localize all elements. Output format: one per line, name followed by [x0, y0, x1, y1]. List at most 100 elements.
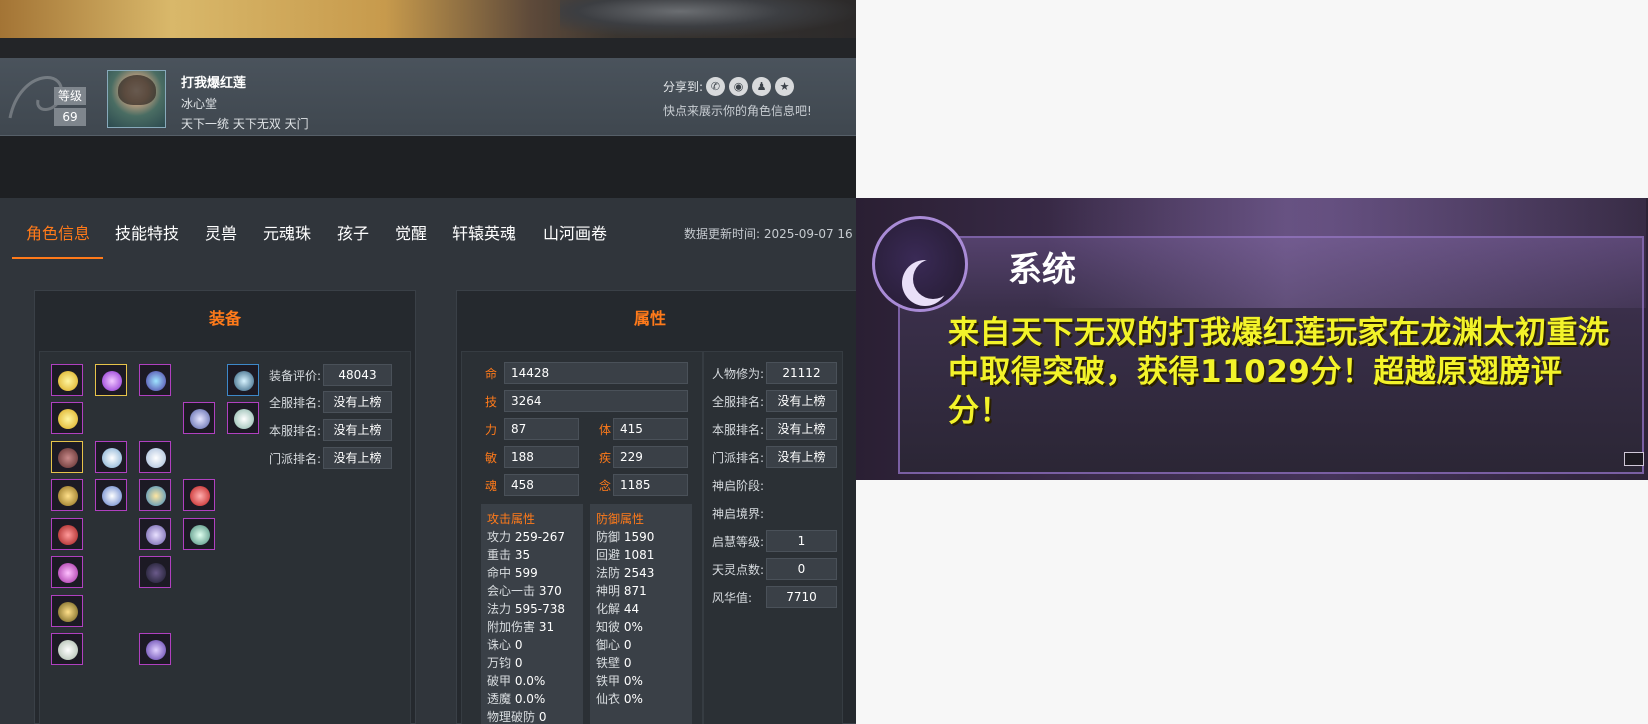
tianling-label: 天灵点数:: [712, 563, 765, 577]
attr-all-rank-label: 全服排名:: [712, 395, 765, 409]
system-message-panel: 系统 来自天下无双的打我爆红莲玩家在龙渊太初重洗中取得突破，获得11029分！超…: [856, 198, 1648, 480]
defense-row: 防御 1590: [596, 530, 655, 544]
equip-slot[interactable]: [139, 479, 171, 511]
equip-slot[interactable]: [51, 402, 83, 434]
equip-slot[interactable]: [183, 518, 215, 550]
equip-slot[interactable]: [139, 633, 171, 665]
qihui-value: 1: [766, 530, 837, 552]
content-area: 角色信息 技能特技 灵兽 元魂珠 孩子 觉醒 轩辕英魂 山河画卷 数据更新时间:…: [0, 198, 856, 724]
cultivation-label: 人物修为:: [712, 367, 765, 381]
equip-server-rank-label: 本服排名:: [269, 424, 322, 438]
attack-row: 法力 595-738: [487, 602, 565, 616]
tab-spirit-beast[interactable]: 灵兽: [205, 220, 237, 244]
attack-row: 会心一击 370: [487, 584, 562, 598]
equip-slot[interactable]: [139, 518, 171, 550]
equip-slot[interactable]: [51, 479, 83, 511]
equip-slot[interactable]: [51, 441, 83, 473]
equip-score-value: 48043: [323, 364, 392, 386]
tab-skills[interactable]: 技能特技: [115, 220, 179, 244]
equipment-title: 装备: [208, 309, 241, 328]
attr-server-rank-value: 没有上榜: [766, 418, 837, 440]
attack-row: 附加伤害 31: [487, 620, 555, 634]
equip-school-rank-label: 门派排名:: [269, 452, 322, 466]
level-label: 等级: [54, 87, 86, 105]
equip-slot[interactable]: [227, 364, 259, 396]
attr-all-rank-value: 没有上榜: [766, 390, 837, 412]
crescent-icon: [913, 259, 953, 299]
equip-slot[interactable]: [95, 441, 127, 473]
tab-awakening[interactable]: 觉醒: [395, 220, 427, 244]
tab-children[interactable]: 孩子: [337, 220, 369, 244]
equip-slot[interactable]: [139, 556, 171, 588]
qq-icon[interactable]: ♟: [752, 77, 771, 96]
shenqi-stage-label: 神启阶段:: [712, 479, 765, 493]
tianling-value: 0: [766, 558, 837, 580]
attr-nian-value: 1185: [613, 474, 688, 496]
equip-slot[interactable]: [51, 595, 83, 627]
attack-row: 诛心 0: [487, 638, 523, 652]
header-strip: [0, 38, 856, 58]
defense-attributes: 防御属性 防御 1590 回避 1081 法防 2543 神明 871 化解 4…: [590, 504, 692, 724]
system-message-text: 来自天下无双的打我爆红莲玩家在龙渊太初重洗中取得突破，获得11029分！超越原翅…: [948, 315, 1610, 429]
avatar-hair: [118, 75, 156, 105]
defense-row: 知彼 0%: [596, 620, 643, 634]
update-time: 数据更新时间: 2025-09-07 16: [684, 227, 853, 241]
defense-row: 法防 2543: [596, 566, 655, 580]
equip-slot[interactable]: [183, 479, 215, 511]
cultivation-value: 21112: [766, 362, 837, 384]
tab-scroll[interactable]: 山河画卷: [543, 220, 607, 244]
attr-server-rank-label: 本服排名:: [712, 423, 765, 437]
share-tip: 快点来展示你的角色信息吧!: [663, 104, 812, 118]
equipment-panel: 装备 装备评价: 48043 全服排名: 没有上榜 本服排名: 没有上榜 门派排…: [34, 290, 416, 724]
attribute-inner-right: 人物修为: 21112 全服排名: 没有上榜 本服排名: 没有上榜 门派排名: …: [703, 351, 843, 724]
attr-jie-label: 疾: [599, 451, 612, 465]
profile-bar: 等级 69 打我爆红莲 冰心堂 天下一统 天下无双 天门 分享到: ✆ ◉ ♟ …: [0, 58, 856, 136]
attack-row: 物理破防 0: [487, 710, 547, 724]
tab-xuanyuan-soul[interactable]: 轩辕英魂: [452, 220, 516, 244]
character-guild: 冰心堂: [181, 97, 218, 111]
attack-title: 攻击属性: [487, 512, 536, 526]
equip-slot[interactable]: [95, 364, 127, 396]
equip-slot[interactable]: [139, 364, 171, 396]
attr-hun-label: 魂: [485, 479, 498, 493]
tab-soul-orb[interactable]: 元魂珠: [263, 220, 311, 244]
fenghua-label: 风华值:: [712, 591, 753, 605]
attr-ming-value: 14428: [504, 362, 688, 384]
attr-li-label: 力: [485, 423, 498, 437]
equip-slot[interactable]: [51, 556, 83, 588]
share-label: 分享到:: [663, 80, 704, 94]
equip-slot[interactable]: [139, 441, 171, 473]
attr-ming-label: 命: [485, 367, 498, 381]
qzone-icon[interactable]: ★: [775, 77, 794, 96]
header-banner-art: [0, 0, 856, 38]
attr-min-value: 188: [504, 446, 579, 468]
weibo-icon[interactable]: ◉: [729, 77, 748, 96]
attr-jie-value: 229: [613, 446, 688, 468]
equip-all-rank-value: 没有上榜: [323, 391, 392, 413]
equip-slot[interactable]: [183, 402, 215, 434]
attr-min-label: 敏: [485, 451, 498, 465]
equip-school-rank-value: 没有上榜: [323, 447, 392, 469]
attr-school-rank-label: 门派排名:: [712, 451, 765, 465]
wechat-icon[interactable]: ✆: [706, 77, 725, 96]
system-title: 系统: [1008, 250, 1076, 290]
level-value: 69: [54, 108, 86, 126]
equip-slot[interactable]: [227, 402, 259, 434]
equip-slot[interactable]: [51, 633, 83, 665]
active-tab-underline: [12, 257, 103, 259]
equip-slot[interactable]: [95, 479, 127, 511]
equip-slot[interactable]: [51, 518, 83, 550]
spacer-bar: [0, 136, 856, 198]
tab-character-info[interactable]: 角色信息: [26, 220, 90, 244]
equip-server-rank-value: 没有上榜: [323, 419, 392, 441]
defense-row: 铁甲 0%: [596, 674, 643, 688]
resize-corner-icon[interactable]: [1624, 452, 1644, 466]
attribute-panel: 属性 命 14428 技 3264 力 87 体 415 敏 188 疾 229…: [456, 290, 856, 724]
moon-emblem-icon: [872, 216, 968, 312]
shenqi-realm-label: 神启境界:: [712, 507, 765, 521]
character-page: 等级 69 打我爆红莲 冰心堂 天下一统 天下无双 天门 分享到: ✆ ◉ ♟ …: [0, 0, 856, 724]
banner-figure: [560, 0, 856, 38]
character-servers: 天下一统 天下无双 天门: [181, 117, 309, 131]
equip-slot[interactable]: [51, 364, 83, 396]
defense-row: 化解 44: [596, 602, 640, 616]
